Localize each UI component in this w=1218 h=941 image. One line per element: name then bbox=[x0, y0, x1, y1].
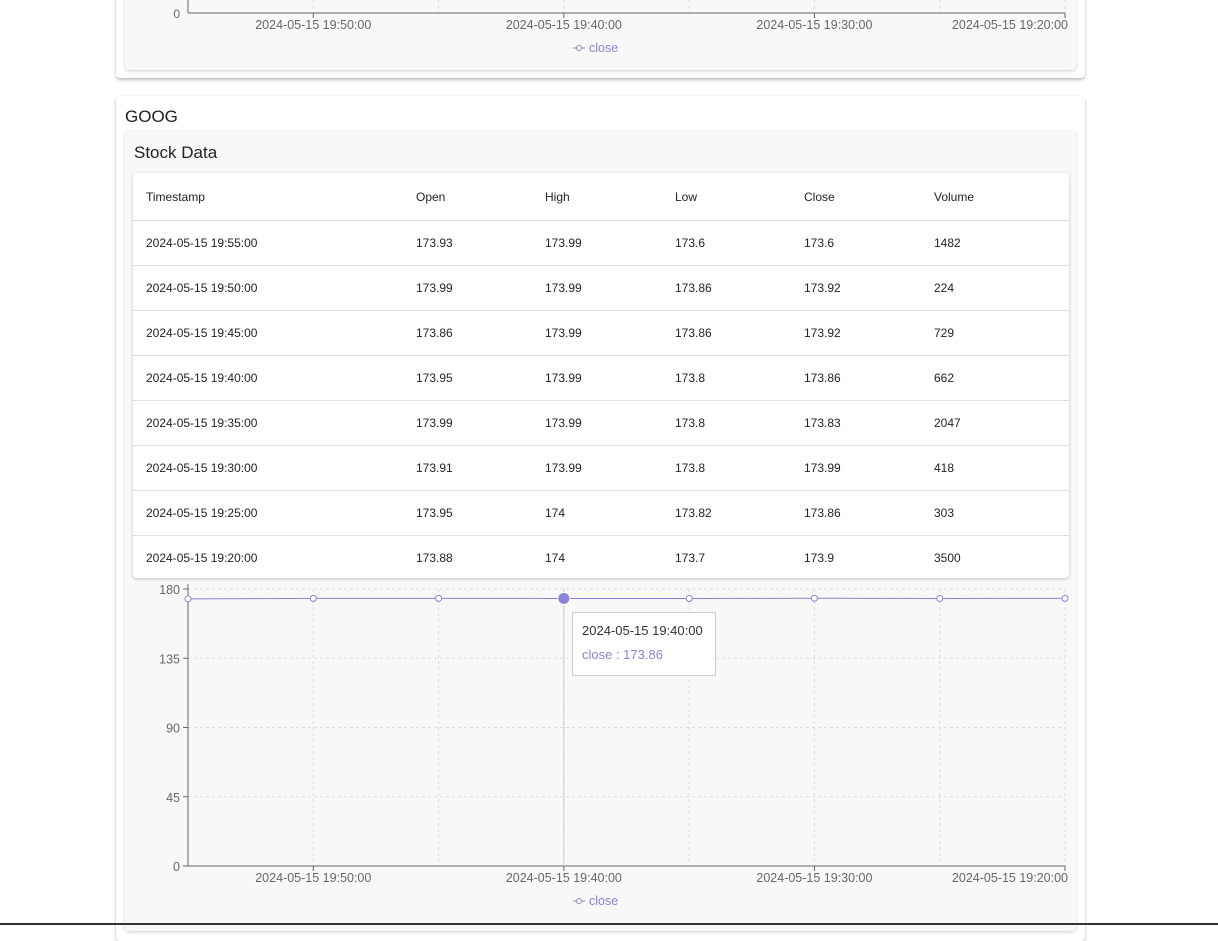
x-tick-label: 2024-05-15 19:40:00 bbox=[506, 871, 622, 885]
legend-label: close bbox=[589, 894, 618, 908]
y-tick-label: 0 bbox=[173, 860, 180, 874]
close-price-chart[interactable]: 0 45 90 135 180 2024-05-15 19:50:00 2024-05-15… bbox=[0, 0, 1218, 925]
data-point bbox=[685, 594, 693, 602]
y-tick-label: 135 bbox=[159, 652, 180, 666]
x-tick-label: 2024-05-15 19:20:00 bbox=[952, 871, 1068, 885]
data-point bbox=[184, 595, 192, 603]
x-tick-label: 2024-05-15 19:30:00 bbox=[756, 871, 872, 885]
legend-swatch-dot bbox=[576, 898, 582, 904]
y-tick-label: 45 bbox=[166, 791, 180, 805]
data-point bbox=[936, 594, 944, 602]
y-tick-label: 180 bbox=[159, 583, 180, 597]
active-data-point bbox=[557, 591, 571, 605]
x-tick-label: 2024-05-15 19:50:00 bbox=[255, 871, 371, 885]
y-tick-label: 90 bbox=[166, 722, 180, 736]
data-point bbox=[1061, 594, 1069, 602]
tooltip-value: close : 173.86 bbox=[582, 647, 663, 662]
data-point bbox=[435, 594, 443, 602]
chart-tooltip: 2024-05-15 19:40:00 close : 173.86 bbox=[572, 612, 716, 676]
tooltip-label: 2024-05-15 19:40:00 bbox=[582, 623, 703, 638]
data-point bbox=[810, 594, 818, 602]
series-line-close bbox=[187, 597, 1066, 600]
data-point bbox=[309, 594, 317, 602]
